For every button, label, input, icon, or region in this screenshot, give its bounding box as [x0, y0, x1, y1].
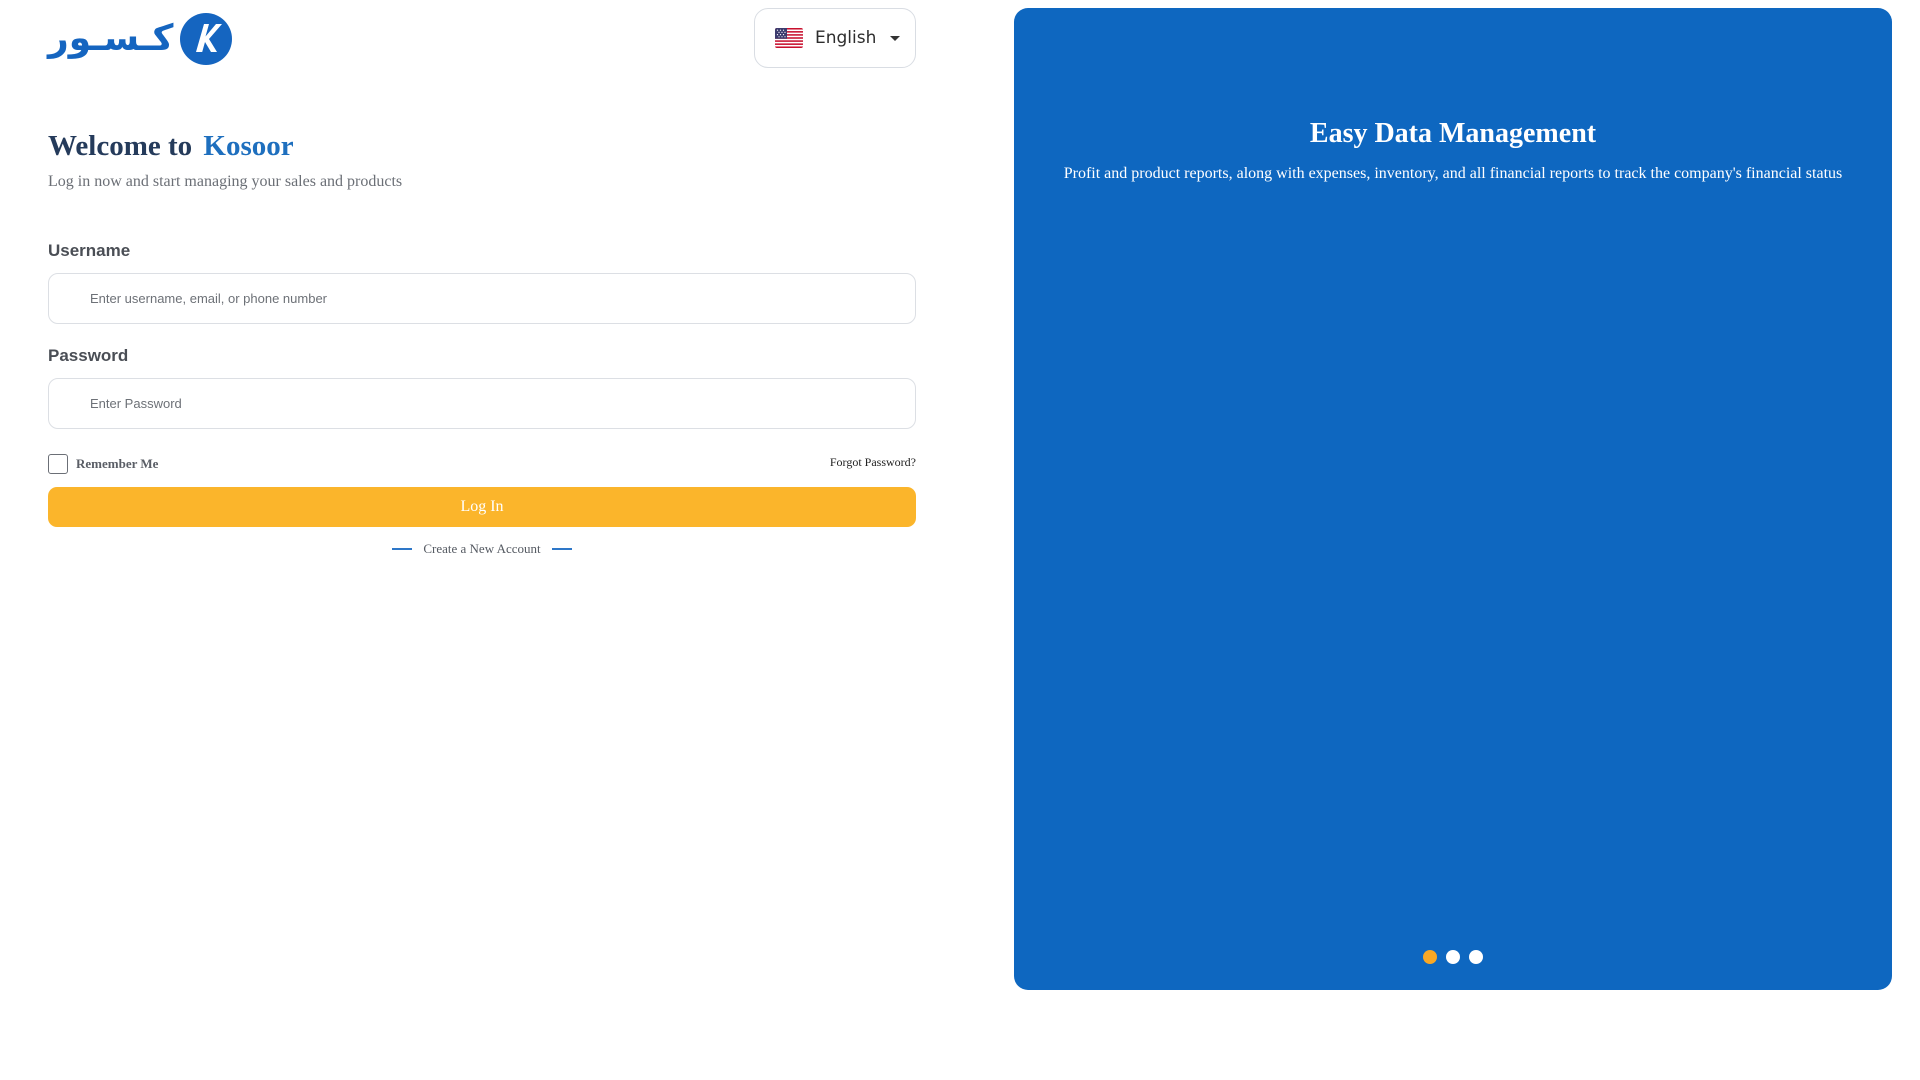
logo-wordmark: كـسـور: [48, 18, 174, 59]
password-input[interactable]: [48, 378, 916, 429]
login-options-row: Remember Me Forgot Password?: [48, 452, 916, 476]
top-bar: كـسـور English: [48, 8, 916, 70]
language-selector[interactable]: English: [754, 8, 916, 68]
login-subtitle: Log in now and start managing your sales…: [48, 173, 403, 190]
create-account-row: Create a New Account: [48, 541, 916, 557]
forgot-password-link[interactable]: Forgot Password?: [830, 455, 916, 470]
language-label: English: [815, 28, 877, 48]
welcome-prefix: Welcome to: [48, 130, 193, 162]
carousel-description: Profit and product reports, along with e…: [1063, 165, 1843, 182]
carousel-title: Easy Data Management: [1309, 118, 1597, 149]
welcome-heading: Welcome to Kosoor: [48, 132, 916, 161]
remember-me-checkbox[interactable]: [48, 454, 68, 474]
create-account-link[interactable]: Create a New Account: [423, 541, 540, 557]
carousel-dot[interactable]: [1423, 950, 1437, 964]
password-label: Password: [48, 346, 129, 365]
login-column: كـسـور English Welcome to Kosoor Log in …: [48, 8, 916, 557]
username-input[interactable]: [48, 273, 916, 324]
us-flag-icon: [775, 28, 803, 48]
carousel-dot[interactable]: [1446, 950, 1460, 964]
username-label: Username: [48, 241, 131, 260]
login-button[interactable]: Log In: [48, 487, 916, 527]
remember-me[interactable]: Remember Me: [48, 454, 158, 474]
left-dash-divider: [392, 548, 413, 550]
logo: كـسـور: [48, 12, 233, 66]
right-dash-divider: [551, 548, 572, 550]
logo-mark-icon: [180, 13, 233, 65]
remember-me-label: Remember Me: [76, 456, 159, 471]
feature-carousel: Easy Data Management Profit and product …: [1014, 8, 1892, 990]
carousel-dot[interactable]: [1469, 950, 1483, 964]
carousel-indicators: [1014, 950, 1892, 964]
caret-down-icon: [890, 35, 901, 41]
brand-name: Kosoor: [203, 130, 294, 162]
